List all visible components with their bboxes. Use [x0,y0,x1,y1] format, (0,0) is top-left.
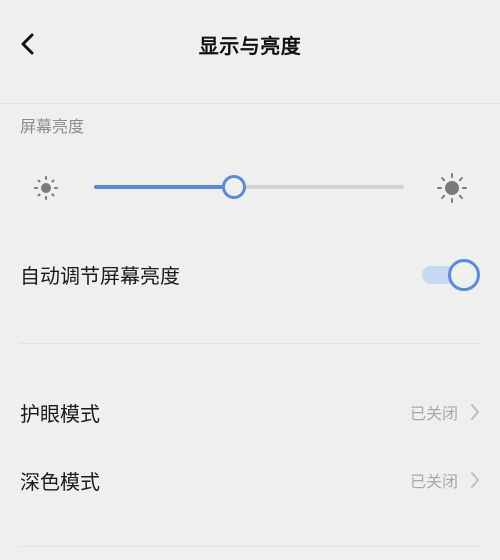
top-bar: 显示与亮度 [0,0,500,96]
header-divider [0,103,500,104]
eye-care-mode-label: 护眼模式 [20,401,100,426]
page-title: 显示与亮度 [198,34,302,58]
bottom-divider [20,546,480,547]
eye-care-mode-row[interactable]: 护眼模式 已关闭 [20,390,480,434]
sun-small-icon [32,174,60,202]
brightness-section-label: 屏幕亮度 [20,117,85,136]
dark-mode-status: 已关闭 [409,472,458,491]
auto-brightness-row: 自动调节屏幕亮度 [20,252,480,296]
auto-brightness-toggle[interactable] [422,257,480,291]
toggle-knob [448,259,480,291]
brightness-slider[interactable] [94,172,404,202]
chevron-right-icon [470,403,480,421]
auto-brightness-label: 自动调节屏幕亮度 [20,263,180,288]
slider-thumb[interactable] [221,175,246,199]
dark-mode-label: 深色模式 [20,469,100,494]
dark-mode-row[interactable]: 深色模式 已关闭 [20,458,480,502]
eye-care-mode-status: 已关闭 [409,404,458,423]
slider-fill [94,185,234,189]
section-divider [20,343,480,344]
sun-large-icon [436,172,468,204]
chevron-right-icon [470,471,480,489]
